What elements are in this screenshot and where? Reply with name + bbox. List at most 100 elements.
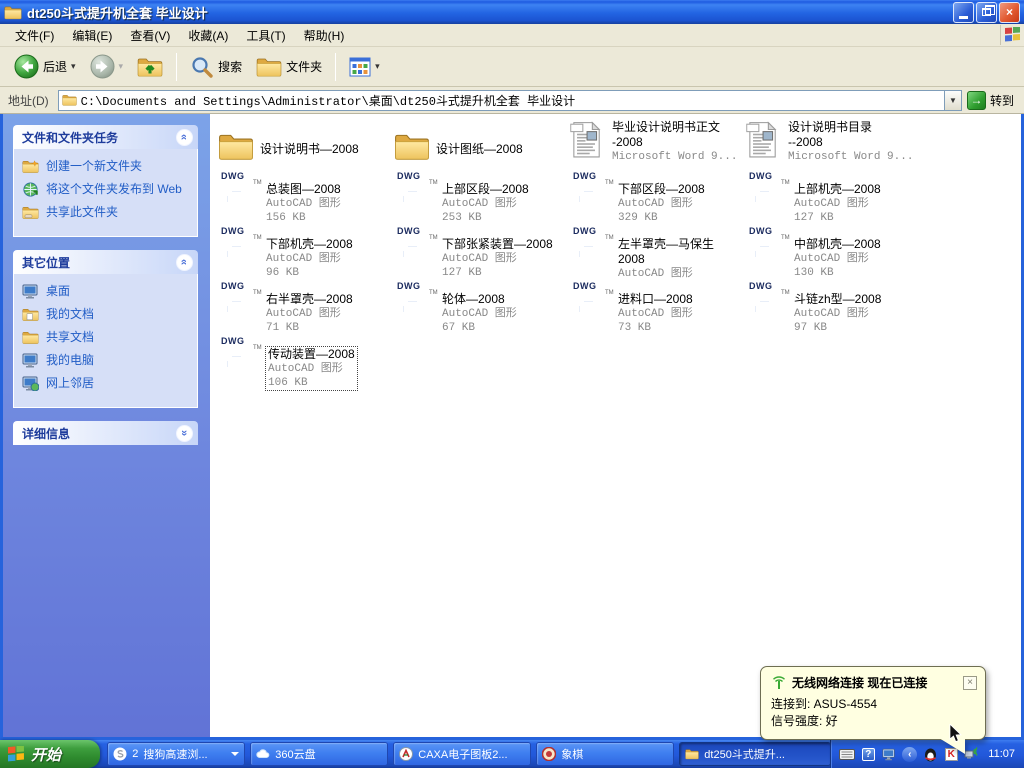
sidebar-item-shared-documents[interactable]: 共享文档 [22, 330, 192, 345]
create-new-folder-link[interactable]: 创建一个新文件夹 [22, 159, 192, 174]
toolbar: 后退 ▾ ▾ 搜索 文件夹 ▾ [0, 47, 1024, 87]
help-tray-icon[interactable]: ? [860, 746, 876, 762]
taskbar-clock: 11:07 [988, 748, 1015, 760]
chess-game-icon [542, 747, 556, 761]
task-group-caret-icon[interactable] [231, 752, 239, 756]
new-folder-icon [22, 159, 39, 174]
main-area: 文件和文件夹任务 » 创建一个新文件夹 将这个文件夹发布到 Web 共享此文件夹 [0, 114, 1024, 740]
panel-title: 文件和文件夹任务 [22, 129, 118, 146]
windows-logo-icon [1000, 25, 1022, 45]
qq-icon[interactable] [922, 746, 938, 762]
file-tile[interactable]: DWG TM 进料口—2008 AutoCAD 图形 73 KB [568, 290, 744, 345]
panel-file-tasks: 文件和文件夹任务 » 创建一个新文件夹 将这个文件夹发布到 Web 共享此文件夹 [13, 125, 198, 237]
collapse-chevron-icon[interactable]: » [176, 254, 193, 271]
share-folder-link[interactable]: 共享此文件夹 [22, 205, 192, 220]
task-label: CAXA电子图板2... [418, 746, 507, 762]
menu-view[interactable]: 查看(V) [121, 24, 179, 47]
file-list-area: 设计说明书—2008 设计图纸—2008 毕业设计说明书正文 -2008 Mic… [210, 114, 1024, 740]
collapse-chevron-icon[interactable]: » [176, 129, 193, 146]
panel-title: 详细信息 [22, 425, 70, 442]
panel-file-tasks-header[interactable]: 文件和文件夹任务 » [13, 125, 198, 149]
sidebar-item-my-documents[interactable]: 我的文档 [22, 307, 192, 322]
panel-other-places-header[interactable]: 其它位置 » [13, 250, 198, 274]
start-label: 开始 [31, 744, 61, 765]
forward-icon [90, 54, 115, 79]
window-folder-icon [4, 5, 22, 20]
sidebar-item-network-places[interactable]: 网上邻居 [22, 376, 192, 391]
views-dropdown-icon[interactable]: ▾ [375, 61, 380, 72]
wireless-icon [771, 676, 787, 690]
windows-flag-icon [8, 746, 25, 763]
mouse-cursor [948, 724, 963, 743]
task-group-count: 2 [132, 748, 138, 760]
up-button[interactable] [131, 52, 169, 82]
up-folder-icon [137, 55, 163, 79]
panel-other-places: 其它位置 » 桌面 我的文档 共享文档 我的电脑 [13, 250, 198, 408]
back-dropdown-icon[interactable]: ▾ [71, 61, 76, 72]
back-button[interactable]: 后退 ▾ [8, 51, 82, 82]
folder-icon [218, 132, 254, 166]
task-label: 象棋 [561, 746, 583, 762]
display-settings-icon[interactable] [881, 746, 897, 762]
caxa-icon [399, 747, 413, 761]
go-label: 转到 [990, 92, 1014, 109]
publish-web-icon [22, 182, 39, 197]
balloon-close-icon[interactable]: × [963, 676, 977, 690]
sidebar-item-desktop[interactable]: 桌面 [22, 284, 192, 299]
system-tray: ? ‹ K 11:07 [830, 740, 1024, 768]
start-button[interactable]: 开始 [0, 740, 100, 768]
minimize-button[interactable] [953, 2, 974, 23]
address-bar: 地址(D) C:\Documents and Settings\Administ… [0, 87, 1024, 114]
menu-favorites[interactable]: 收藏(A) [179, 24, 237, 47]
hide-tray-icons-chevron-icon[interactable]: ‹ [902, 747, 917, 762]
taskbar-item-caxa[interactable]: CAXA电子图板2... [394, 743, 530, 765]
word-document-icon [746, 120, 782, 163]
taskbar-item-sogou[interactable]: 2 搜狗高速浏... [108, 743, 244, 765]
views-icon [349, 57, 371, 77]
network-places-icon [22, 376, 39, 391]
folders-button[interactable]: 文件夹 [250, 53, 328, 81]
address-dropdown-button[interactable]: ▼ [944, 91, 961, 110]
search-button[interactable]: 搜索 [184, 52, 248, 82]
file-tile[interactable]: DWG TM 轮体—2008 AutoCAD 图形 67 KB [392, 290, 568, 345]
address-label: 地址(D) [4, 92, 53, 109]
task-label: 360云盘 [275, 746, 315, 762]
input-method-keyboard-icon[interactable] [839, 746, 855, 762]
file-grid: 设计说明书—2008 设计图纸—2008 毕业设计说明书正文 -2008 Mic… [216, 118, 920, 400]
taskbar-item-360cloud[interactable]: 360云盘 [251, 743, 387, 765]
taskbar-item-current-folder[interactable]: dt250斗式提升... [680, 743, 830, 765]
cloud-icon [256, 747, 270, 761]
menu-tools[interactable]: 工具(T) [237, 24, 294, 47]
sogou-browser-icon [113, 747, 127, 761]
task-pane-sidebar: 文件和文件夹任务 » 创建一个新文件夹 将这个文件夹发布到 Web 共享此文件夹 [0, 114, 210, 740]
taskbar-item-chess[interactable]: 象棋 [537, 743, 673, 765]
my-computer-icon [22, 353, 39, 368]
balloon-title: 无线网络连接 现在已连接 [792, 674, 958, 691]
publish-folder-web-link[interactable]: 将这个文件夹发布到 Web [22, 182, 192, 197]
desktop-icon [22, 284, 39, 299]
folder-icon [685, 747, 699, 761]
search-icon [190, 55, 214, 79]
wireless-network-tray-icon[interactable] [964, 746, 980, 762]
task-label: dt250斗式提升... [704, 746, 785, 762]
address-path[interactable]: C:\Documents and Settings\Administrator\… [81, 92, 944, 109]
restore-button[interactable] [976, 2, 997, 23]
my-documents-icon [22, 307, 39, 322]
sidebar-item-my-computer[interactable]: 我的电脑 [22, 353, 192, 368]
balloon-connected-to: 连接到: ASUS-4554 [771, 696, 977, 713]
close-button[interactable]: × [999, 2, 1020, 23]
menu-bar: 文件(F) 编辑(E) 查看(V) 收藏(A) 工具(T) 帮助(H) [0, 24, 1024, 47]
go-button[interactable]: → 转到 [967, 91, 1020, 110]
views-button[interactable]: ▾ [343, 54, 386, 80]
back-icon [14, 54, 39, 79]
menu-edit[interactable]: 编辑(E) [63, 24, 121, 47]
panel-details-header[interactable]: 详细信息 » [13, 421, 198, 445]
address-input[interactable]: C:\Documents and Settings\Administrator\… [58, 90, 962, 111]
forward-button[interactable]: ▾ [84, 51, 130, 82]
menu-help[interactable]: 帮助(H) [295, 24, 354, 47]
file-tile[interactable]: DWG TM 斗链zh型—2008 AutoCAD 图形 97 KB [744, 290, 920, 345]
shared-documents-icon [22, 330, 39, 345]
expand-chevron-icon[interactable]: » [176, 425, 193, 442]
file-tile-selected[interactable]: DWG TM 传动装置—2008 AutoCAD 图形 106 KB [216, 345, 392, 400]
menu-file[interactable]: 文件(F) [6, 24, 63, 47]
